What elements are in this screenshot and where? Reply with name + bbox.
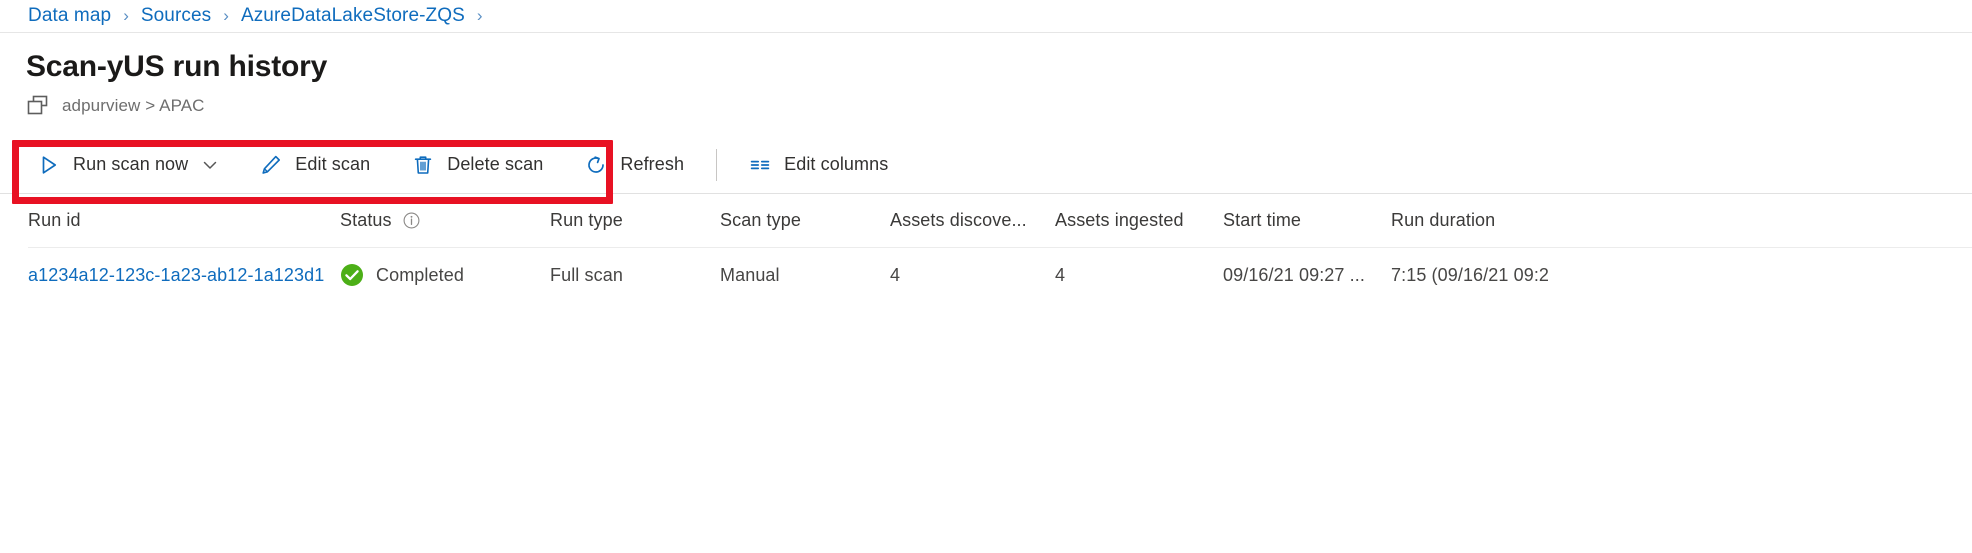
page-header: Scan-yUS run history adpurview > APAC: [0, 33, 1972, 118]
table-header-row: Run id Status Run type Scan type: [28, 194, 1972, 248]
assets-ingested-value: 4: [1055, 265, 1065, 286]
refresh-icon: [585, 154, 607, 176]
success-check-icon: [340, 263, 364, 287]
cell-run-duration: 7:15 (09/16/21 09:2: [1391, 265, 1631, 286]
column-header-run-type[interactable]: Run type: [550, 210, 720, 231]
cell-scan-type: Manual: [720, 265, 890, 286]
column-header-label: Start time: [1223, 210, 1301, 231]
column-header-scan-type[interactable]: Scan type: [720, 210, 890, 231]
run-scan-now-label: Run scan now: [73, 154, 188, 175]
breadcrumb-separator: ›: [123, 6, 129, 26]
trash-icon: [412, 154, 434, 176]
info-icon[interactable]: [403, 212, 420, 229]
table-row[interactable]: a1234a12-123c-1a23-ab12-1a123d1 Complete…: [28, 248, 1972, 302]
run-scan-now-button[interactable]: Run scan now: [28, 144, 228, 186]
edit-columns-label: Edit columns: [784, 154, 888, 175]
cell-run-type: Full scan: [550, 265, 720, 286]
subtitle-text: adpurview > APAC: [62, 96, 205, 116]
page-subtitle: adpurview > APAC: [26, 94, 1972, 118]
assets-discovered-value: 4: [890, 265, 900, 286]
column-header-label: Assets ingested: [1055, 210, 1184, 231]
column-header-assets-ingested[interactable]: Assets ingested: [1055, 210, 1223, 231]
scan-type-text: Manual: [720, 265, 780, 286]
cell-assets-discovered: 4: [890, 265, 1055, 286]
delete-scan-label: Delete scan: [447, 154, 543, 175]
run-id-link[interactable]: a1234a12-123c-1a23-ab12-1a123d1: [28, 265, 324, 286]
column-header-run-id[interactable]: Run id: [28, 210, 340, 231]
cell-start-time: 09/16/21 09:27 ...: [1223, 265, 1391, 286]
status-text: Completed: [376, 265, 464, 286]
column-header-label: Assets discove...: [890, 210, 1027, 231]
cell-assets-ingested: 4: [1055, 265, 1223, 286]
breadcrumb: Data map › Sources › AzureDataLakeStore-…: [0, 0, 1972, 33]
column-header-status[interactable]: Status: [340, 210, 550, 231]
column-header-label: Run duration: [1391, 210, 1495, 231]
pencil-icon: [260, 154, 282, 176]
edit-columns-button[interactable]: Edit columns: [739, 144, 898, 186]
toolbar-divider: [716, 149, 717, 181]
start-time-text: 09/16/21 09:27 ...: [1223, 265, 1365, 286]
breadcrumb-item-data-map[interactable]: Data map: [28, 5, 111, 27]
column-header-label: Scan type: [720, 210, 801, 231]
run-history-table: Run id Status Run type Scan type: [0, 194, 1972, 302]
edit-scan-button[interactable]: Edit scan: [250, 144, 380, 186]
chevron-down-icon[interactable]: [202, 157, 218, 173]
page-title: Scan-yUS run history: [26, 49, 1972, 85]
delete-scan-button[interactable]: Delete scan: [402, 144, 553, 186]
collection-icon: [26, 95, 50, 117]
run-duration-text: 7:15 (09/16/21 09:2: [1391, 265, 1549, 286]
breadcrumb-item-azuredatalakestore-zqs[interactable]: AzureDataLakeStore-ZQS: [241, 5, 465, 27]
breadcrumb-separator-trailing: ›: [477, 6, 483, 26]
command-bar: Run scan now Edit scan: [0, 136, 1972, 194]
refresh-button[interactable]: Refresh: [575, 144, 694, 186]
column-header-label: Run type: [550, 210, 623, 231]
column-header-run-duration[interactable]: Run duration: [1391, 210, 1631, 231]
column-header-start-time[interactable]: Start time: [1223, 210, 1391, 231]
scan-run-history-page: Data map › Sources › AzureDataLakeStore-…: [0, 0, 1972, 553]
breadcrumb-separator: ›: [223, 6, 229, 26]
columns-icon: [749, 154, 771, 176]
cell-run-id: a1234a12-123c-1a23-ab12-1a123d1: [28, 265, 340, 286]
play-icon: [38, 154, 60, 176]
column-header-assets-discovered[interactable]: Assets discove...: [890, 210, 1055, 231]
run-type-text: Full scan: [550, 265, 623, 286]
breadcrumb-item-sources[interactable]: Sources: [141, 5, 211, 27]
cell-status: Completed: [340, 263, 550, 287]
refresh-label: Refresh: [620, 154, 684, 175]
column-header-label: Run id: [28, 210, 81, 231]
command-bar-wrapper: Run scan now Edit scan: [0, 136, 1972, 194]
edit-scan-label: Edit scan: [295, 154, 370, 175]
column-header-label: Status: [340, 210, 392, 231]
